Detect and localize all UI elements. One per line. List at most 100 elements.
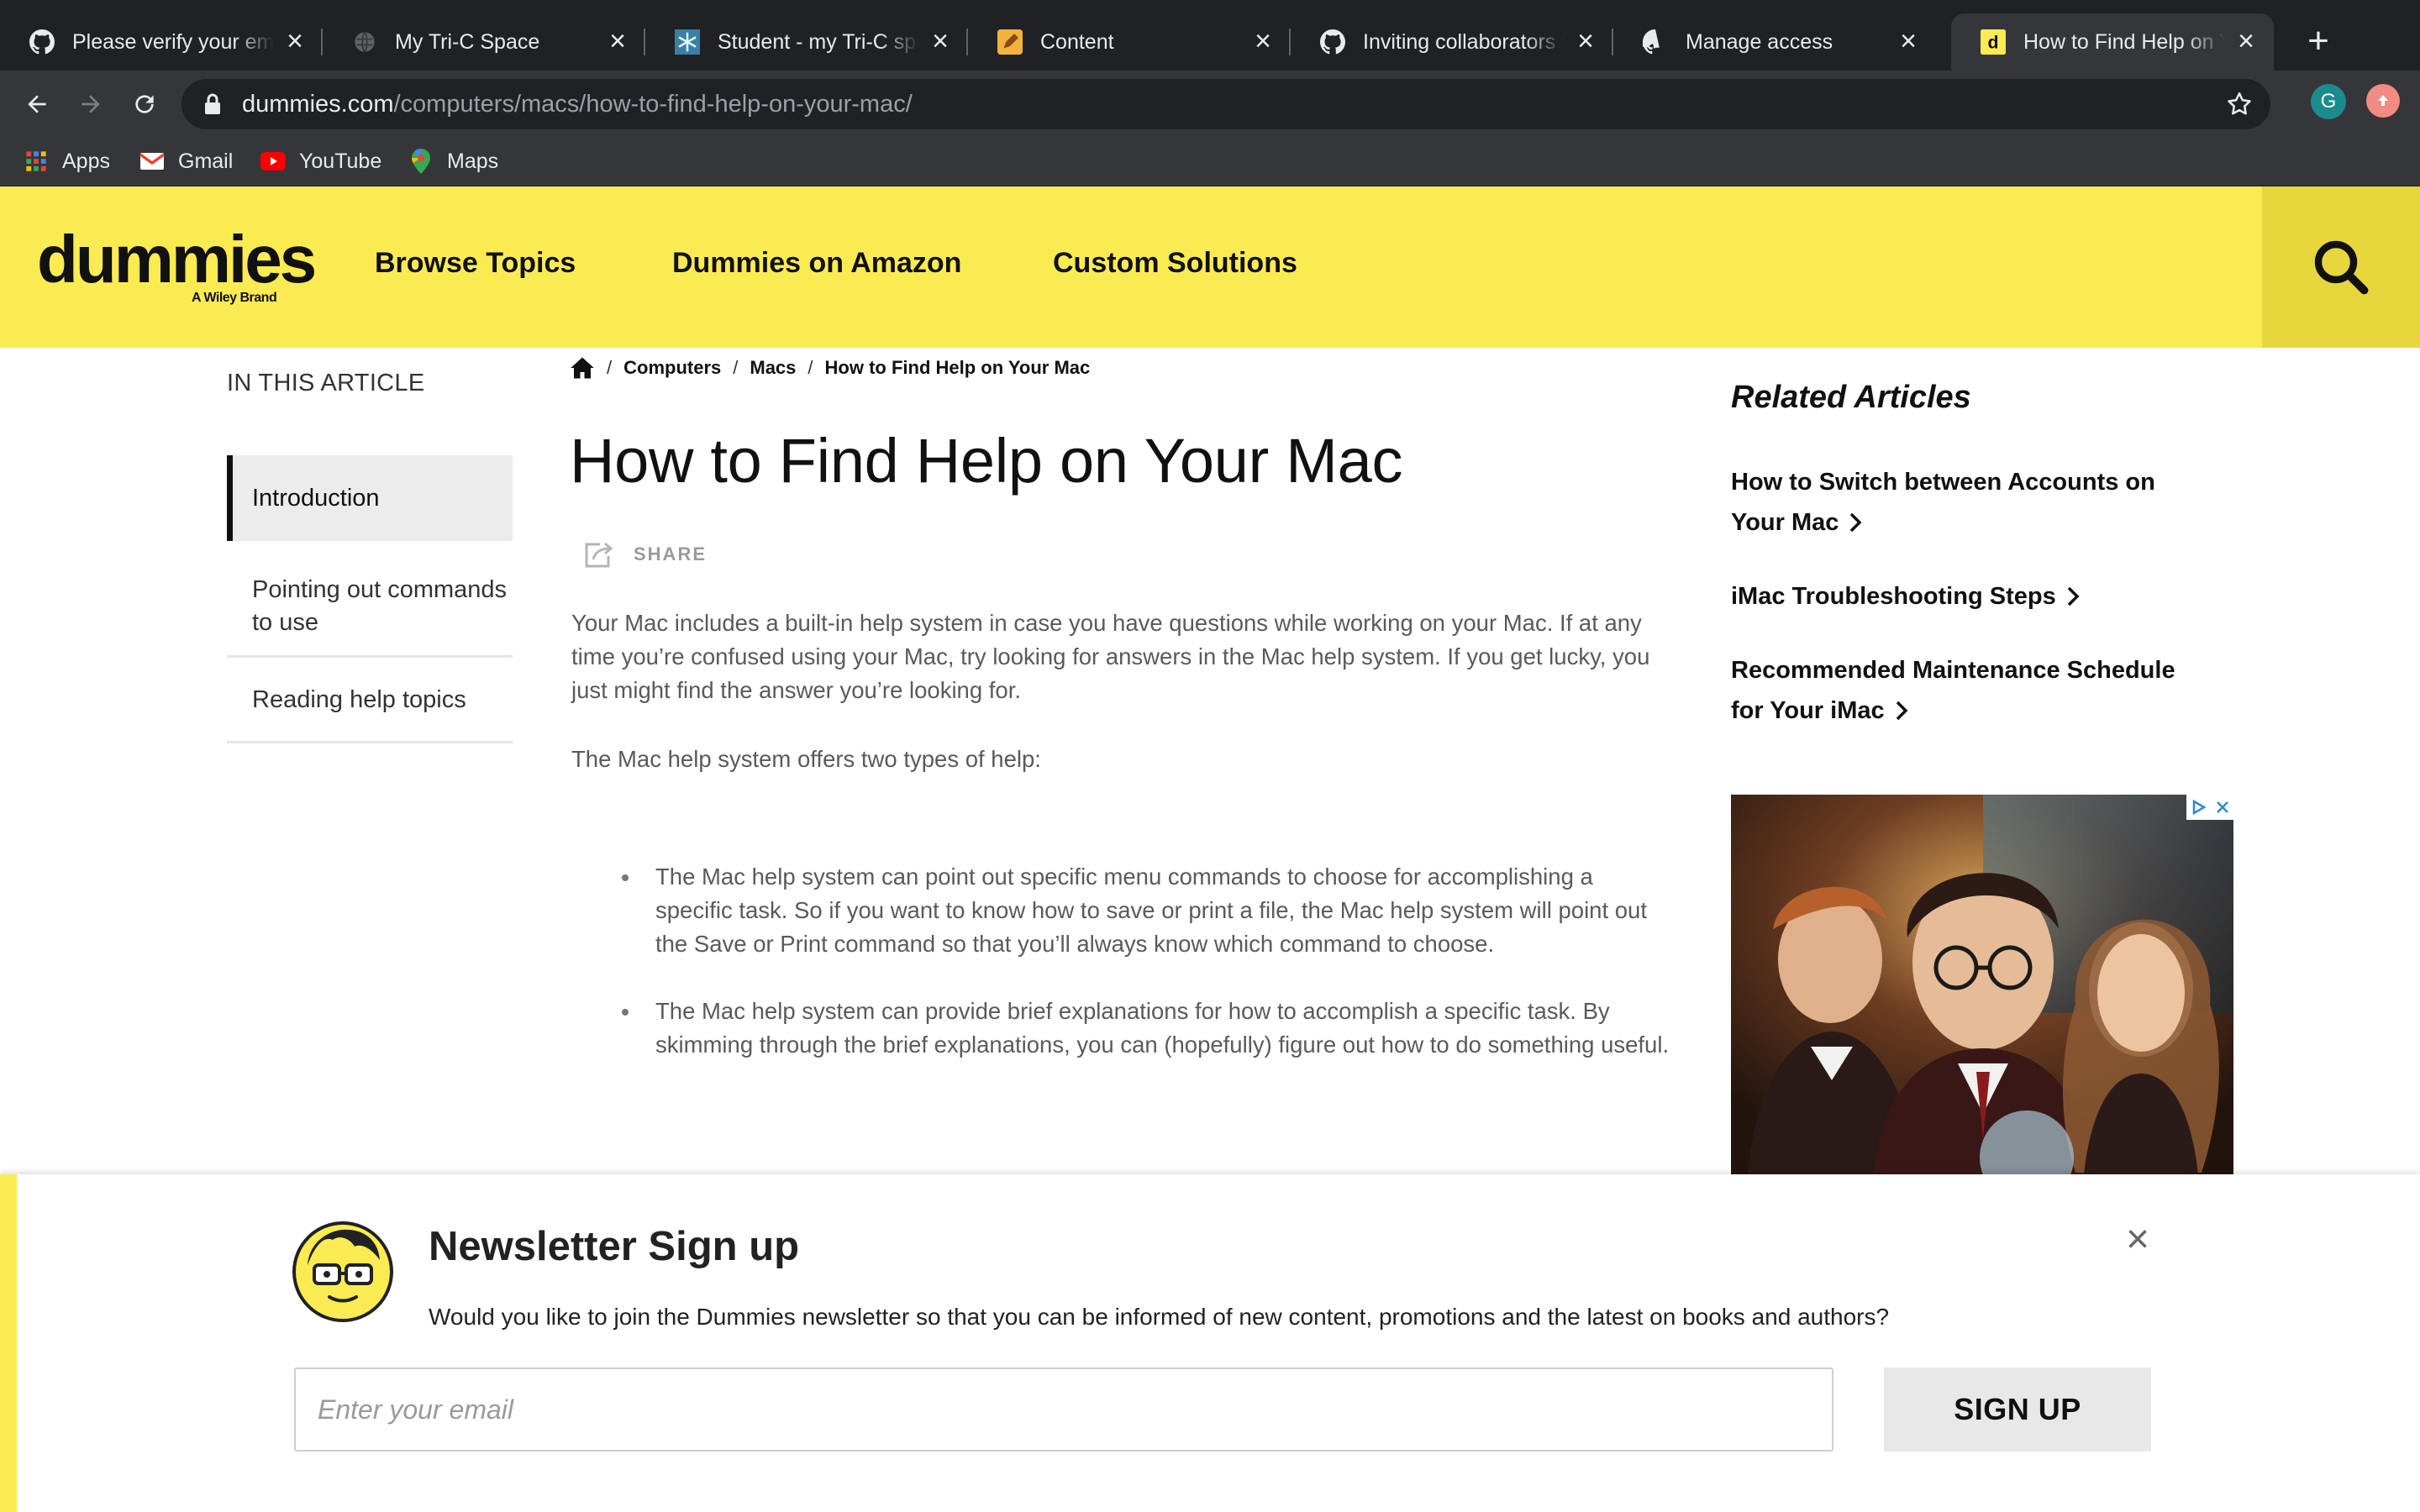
article-intro-paragraph: Your Mac includes a built-in help system…	[571, 610, 1650, 703]
related-link-imac-troubleshooting[interactable]: iMac Troubleshooting Steps	[1731, 576, 2185, 620]
svg-text:d: d	[1988, 33, 1999, 53]
github-icon	[1642, 29, 1669, 55]
tab-how-to-find-help[interactable]: d How to Find Help on Your Mac ×	[1951, 13, 2274, 71]
help-types-list: The Mac help system can point out specif…	[571, 860, 1672, 1095]
address-bar[interactable]: dummies.com/computers/macs/how-to-find-h…	[182, 79, 2270, 129]
chevron-right-icon	[1895, 694, 1908, 734]
ad-choices-icon	[2192, 799, 2206, 816]
advertisement-image[interactable]	[1731, 795, 2233, 1174]
ad-close-icon[interactable]	[2215, 800, 2230, 815]
newsletter-accent-bar	[0, 1174, 17, 1512]
chevron-right-icon	[2066, 580, 2080, 620]
toc-item-introduction[interactable]: Introduction	[227, 455, 513, 541]
extension-upload-icon[interactable]	[2366, 84, 2400, 118]
maps-pin-icon	[408, 149, 434, 174]
browser-tab-strip: Please verify your email × My Tri-C Spac…	[0, 0, 2420, 71]
browser-toolbar: dummies.com/computers/macs/how-to-find-h…	[0, 71, 2420, 138]
github-icon	[1319, 29, 1346, 55]
search-icon	[2314, 240, 2369, 295]
tab-student-tric[interactable]: Student - my Tri-C space ×	[645, 13, 968, 71]
bookmark-maps[interactable]: Maps	[408, 144, 498, 178]
bookmark-star-icon[interactable]	[2225, 90, 2254, 118]
breadcrumb-current: How to Find Help on Your Mac	[824, 357, 1091, 378]
tab-close-icon[interactable]: ×	[1573, 27, 1598, 55]
nav-dummies-on-amazon[interactable]: Dummies on Amazon	[672, 247, 961, 280]
apps-grid-icon	[24, 149, 49, 174]
profile-avatar[interactable]: G	[2311, 84, 2346, 119]
dummies-logo[interactable]: dummies A Wiley Brand	[37, 222, 317, 306]
sign-up-button[interactable]: SIGN UP	[1884, 1368, 2151, 1452]
newsletter-description: Would you like to join the Dummies newsl…	[429, 1304, 1890, 1330]
related-link-maintenance-schedule[interactable]: Recommended Maintenance Schedule for You…	[1731, 650, 2185, 734]
bookmark-label: YouTube	[299, 149, 382, 173]
tab-manage-access[interactable]: Manage access ×	[1613, 13, 1936, 71]
tab-title: Content	[1040, 29, 1114, 54]
tab-title: Inviting collaborators to	[1363, 29, 1565, 54]
dummies-mascot-icon	[292, 1221, 393, 1322]
toc-divider	[227, 741, 513, 743]
toc-item-reading-help-topics[interactable]: Reading help topics	[227, 660, 513, 739]
tab-title: My Tri-C Space	[395, 29, 540, 54]
dummies-icon: d	[1980, 29, 2007, 55]
article-paragraph: The Mac help system offers two types of …	[571, 746, 1041, 772]
url-host: dummies.com	[242, 90, 394, 118]
breadcrumb-separator: /	[607, 357, 613, 378]
new-tab-button[interactable]: +	[2297, 20, 2339, 62]
lock-icon	[200, 92, 225, 117]
url-path: /computers/macs/how-to-find-help-on-your…	[393, 90, 913, 118]
related-link-label: How to Switch between Accounts on Your M…	[1731, 469, 2155, 536]
ad-choices-badge[interactable]	[2186, 795, 2233, 820]
related-link-switch-accounts[interactable]: How to Switch between Accounts on Your M…	[1731, 462, 2185, 546]
youtube-icon	[260, 149, 286, 174]
list-item: The Mac help system can provide brief ex…	[571, 995, 1672, 1062]
home-icon[interactable]	[570, 356, 595, 380]
tab-verify-email[interactable]: Please verify your email ×	[0, 13, 323, 71]
newsletter-title: Newsletter Sign up	[429, 1224, 800, 1269]
ad-artwork	[1731, 795, 2233, 1174]
globe-icon	[351, 29, 378, 55]
related-link-label: iMac Troubleshooting Steps	[1731, 583, 2056, 610]
breadcrumb-macs[interactable]: Macs	[750, 357, 796, 379]
bookmark-gmail[interactable]: Gmail	[139, 144, 233, 178]
nav-browse-topics[interactable]: Browse Topics	[375, 247, 576, 280]
bookmark-label: Gmail	[178, 149, 234, 173]
bookmark-label: Apps	[62, 149, 110, 173]
snowflake-icon	[674, 29, 701, 55]
related-articles-heading: Related Articles	[1731, 380, 1971, 415]
toc-heading: IN THIS ARTICLE	[227, 370, 425, 396]
tab-my-tric-space[interactable]: My Tri-C Space ×	[323, 13, 645, 71]
pencil-icon	[997, 29, 1023, 55]
tab-close-icon[interactable]: ×	[2233, 27, 2259, 55]
back-icon[interactable]	[15, 82, 59, 126]
toc-item-pointing-out-commands[interactable]: Pointing out commands to use	[227, 558, 513, 655]
bookmark-label: Maps	[447, 149, 499, 173]
tab-title: Manage access	[1686, 29, 1833, 54]
bookmark-youtube[interactable]: YouTube	[260, 144, 381, 178]
close-icon[interactable]: ×	[2119, 1220, 2156, 1260]
tab-content[interactable]: Content ×	[968, 13, 1291, 71]
email-field[interactable]	[294, 1368, 1833, 1452]
breadcrumb-computers[interactable]: Computers	[623, 357, 721, 379]
breadcrumb: / Computers / Macs / How to Find Help on…	[570, 351, 1090, 385]
tab-inviting-collaborators[interactable]: Inviting collaborators to ×	[1291, 13, 1613, 71]
forward-icon[interactable]	[69, 82, 113, 126]
tab-title: How to Find Help on Your Mac	[2023, 29, 2225, 54]
tab-close-icon[interactable]: ×	[1250, 27, 1276, 55]
tab-close-icon[interactable]: ×	[605, 27, 630, 55]
tab-title: Student - my Tri-C space	[718, 29, 919, 54]
article-title: How to Find Help on Your Mac	[570, 426, 1403, 496]
chevron-right-icon	[1849, 506, 1862, 546]
share-label: SHARE	[634, 543, 708, 564]
site-search-button[interactable]	[2262, 186, 2420, 348]
tab-title: Please verify your email	[72, 29, 274, 54]
nav-custom-solutions[interactable]: Custom Solutions	[1053, 247, 1297, 280]
tab-close-icon[interactable]: ×	[282, 27, 308, 55]
tab-close-icon[interactable]: ×	[928, 27, 953, 55]
tab-close-icon[interactable]: ×	[1896, 27, 1921, 55]
bookmark-apps[interactable]: Apps	[24, 144, 110, 178]
breadcrumb-separator: /	[808, 357, 813, 378]
logo-wordmark: dummies	[37, 222, 317, 297]
reload-icon[interactable]	[123, 82, 166, 126]
share-button[interactable]: SHARE	[580, 536, 707, 573]
github-icon	[29, 29, 55, 55]
